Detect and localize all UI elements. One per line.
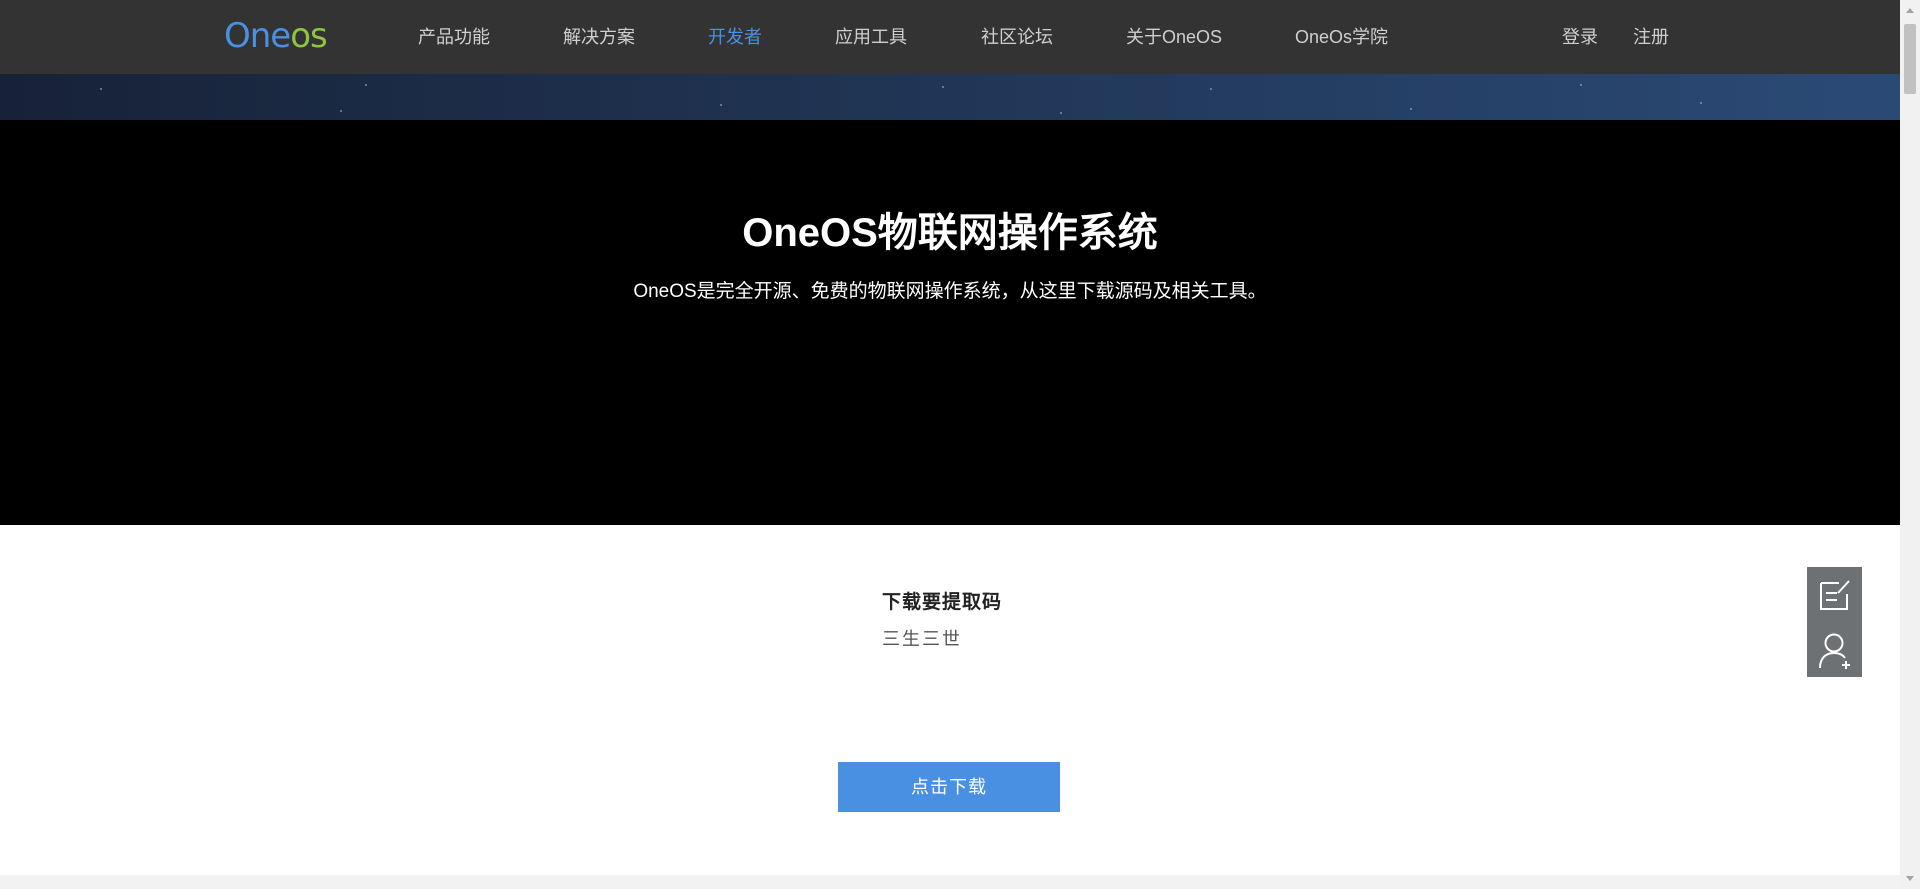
- scrollbar-thumb[interactable]: [1904, 24, 1916, 94]
- top-navigation-bar: One os 产品功能 解决方案 开发者 应用工具 社区论坛 关于OneOS On…: [0, 0, 1900, 74]
- download-section: 下载要提取码 三生三世 点击下载: [0, 525, 1900, 875]
- logo-text-one: One: [224, 16, 291, 56]
- star-decoration: [720, 104, 722, 106]
- login-link[interactable]: 登录: [1562, 0, 1598, 74]
- extraction-code-label: 下载要提取码: [882, 592, 1003, 613]
- nav-item-solutions[interactable]: 解决方案: [563, 0, 635, 74]
- hero-section: OneOS物联网操作系统 OneOS是完全开源、免费的物联网操作系统，从这里下载…: [0, 120, 1900, 525]
- oneos-logo[interactable]: One os: [224, 14, 328, 58]
- star-decoration: [1060, 112, 1062, 114]
- nav-item-developers[interactable]: 开发者: [708, 0, 762, 74]
- edit-note-icon: [1820, 580, 1850, 610]
- nav-item-oneos-academy[interactable]: OneOs学院: [1295, 0, 1388, 74]
- scroll-down-arrow-icon[interactable]: [1900, 870, 1920, 887]
- vertical-scrollbar[interactable]: [1900, 0, 1920, 889]
- hero-subtitle: OneOS是完全开源、免费的物联网操作系统，从这里下载源码及相关工具。: [633, 281, 1267, 302]
- register-link[interactable]: 注册: [1633, 0, 1669, 74]
- floating-side-toolbar: [1807, 567, 1862, 677]
- nav-item-product-features[interactable]: 产品功能: [418, 0, 490, 74]
- star-decoration: [1410, 108, 1412, 110]
- nav-item-about-oneos[interactable]: 关于OneOS: [1126, 0, 1222, 74]
- nav-item-community-forum[interactable]: 社区论坛: [981, 0, 1053, 74]
- footer-strip: [0, 875, 1900, 889]
- hero-title: OneOS物联网操作系统: [742, 211, 1158, 255]
- hero-banner-strip: [0, 74, 1900, 120]
- extraction-code-value: 三生三世: [882, 629, 962, 649]
- star-decoration: [365, 84, 367, 86]
- register-user-button[interactable]: [1807, 622, 1862, 677]
- scroll-up-arrow-icon[interactable]: [1900, 2, 1920, 19]
- page: One os 产品功能 解决方案 开发者 应用工具 社区论坛 关于OneOS On…: [0, 0, 1900, 889]
- star-decoration: [340, 110, 342, 112]
- nav-item-app-tools[interactable]: 应用工具: [835, 0, 907, 74]
- download-button[interactable]: 点击下载: [838, 762, 1060, 812]
- star-decoration: [942, 86, 944, 88]
- star-decoration: [1700, 102, 1702, 104]
- feedback-button[interactable]: [1807, 567, 1862, 622]
- star-decoration: [100, 88, 102, 90]
- add-user-icon: [1819, 633, 1850, 669]
- logo-text-os: os: [290, 16, 328, 56]
- star-decoration: [1210, 88, 1212, 90]
- star-decoration: [1580, 84, 1582, 86]
